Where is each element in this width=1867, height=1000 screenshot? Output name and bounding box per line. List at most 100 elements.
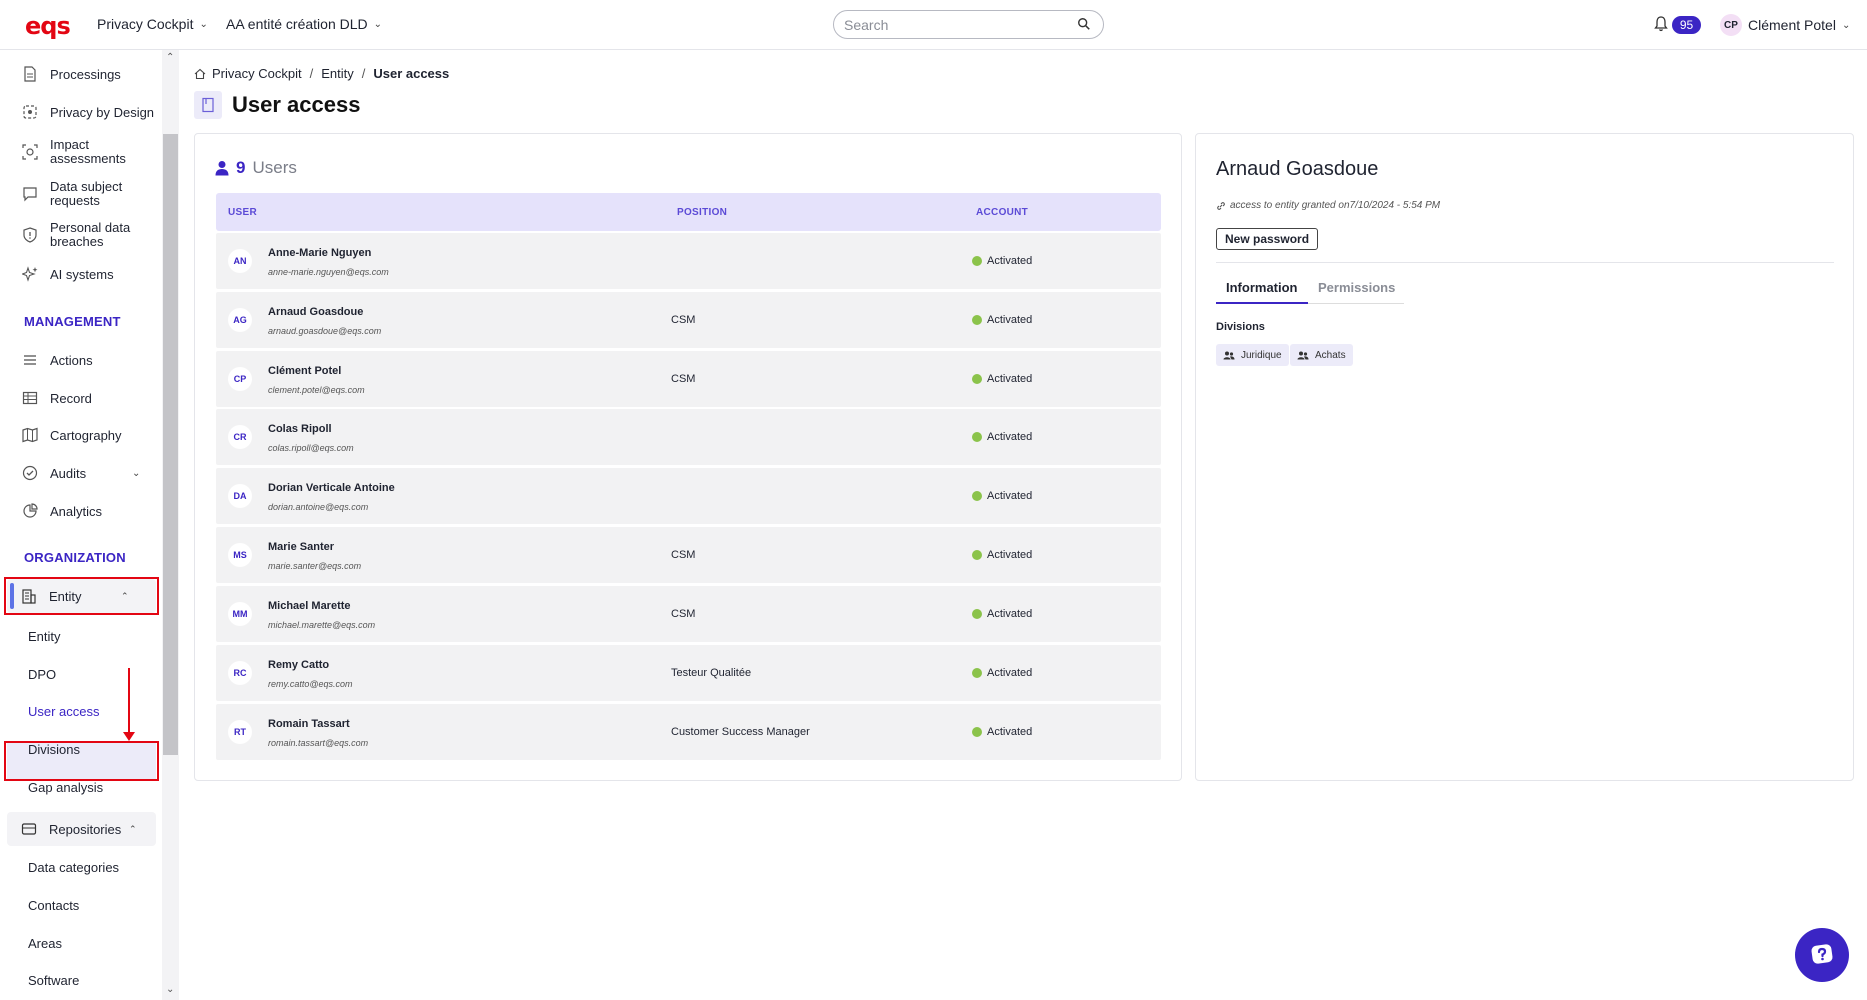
sidebar-item-audits[interactable]: Audits ⌄: [22, 465, 140, 481]
tab-permissions[interactable]: Permissions: [1308, 280, 1404, 304]
eqs-logo[interactable]: eqs: [25, 14, 71, 38]
top-bar: eqs Privacy Cockpit ⌄ AA entité création…: [0, 0, 1867, 50]
sidebar-item-label: Analytics: [50, 503, 103, 519]
sidebar-item-ai-systems[interactable]: AI systems: [22, 266, 114, 282]
sidebar-subitem-areas[interactable]: Areas: [28, 936, 62, 951]
map-icon: [22, 427, 38, 443]
table-row[interactable]: MM Michael Marette michael.marette@eqs.c…: [216, 586, 1161, 642]
user-name: Michael Marette: [268, 600, 351, 612]
user-menu[interactable]: CP Clément Potel ⌄: [1720, 14, 1850, 36]
user-position: CSM: [671, 314, 696, 326]
user-name: Arnaud Goasdoue: [268, 306, 364, 318]
sidebar-item-privacy-by-design[interactable]: Privacy by Design: [22, 104, 154, 120]
sidebar-subitem-gap-analysis[interactable]: Gap analysis: [28, 780, 103, 795]
table-row[interactable]: AN Anne-Marie Nguyen anne-marie.nguyen@e…: [216, 233, 1161, 289]
sidebar-item-analytics[interactable]: Analytics: [22, 503, 102, 519]
user-position: Customer Success Manager: [671, 726, 810, 738]
user-email: dorian.antoine@eqs.com: [268, 502, 369, 512]
sidebar-scrollbar[interactable]: ⌃ ⌄: [162, 50, 179, 1000]
scroll-up-icon[interactable]: ⌃: [166, 52, 174, 63]
sidebar-item-record[interactable]: Record: [22, 390, 92, 406]
sidebar-item-personal-data-breaches[interactable]: Personal data breaches: [22, 221, 140, 249]
table-row[interactable]: RC Remy Catto remy.catto@eqs.com Testeur…: [216, 645, 1161, 701]
divisions-title: Divisions: [1216, 321, 1265, 333]
status-text: Activated: [987, 373, 1033, 385]
table-row[interactable]: RT Romain Tassart romain.tassart@eqs.com…: [216, 704, 1161, 760]
sidebar-item-cartography[interactable]: Cartography: [22, 427, 122, 443]
sidebar-item-data-subject-requests[interactable]: Data subject requests: [22, 180, 140, 208]
avatar: CP: [228, 367, 252, 391]
help-button[interactable]: [1795, 928, 1849, 982]
user-email: colas.ripoll@eqs.com: [268, 443, 354, 453]
account-status: Activated: [972, 549, 1032, 561]
sidebar-subitem-contacts[interactable]: Contacts: [28, 898, 79, 913]
check-circle-icon: [22, 465, 38, 481]
sidebar-item-label: Personal data breaches: [50, 220, 131, 249]
sidebar-item-label: Audits: [50, 465, 87, 481]
status-text: Activated: [987, 549, 1033, 561]
tab-information[interactable]: Information: [1216, 280, 1308, 304]
breadcrumb-entity[interactable]: Entity: [321, 66, 354, 81]
annotation-arrow: [128, 668, 130, 736]
user-position: CSM: [671, 549, 696, 561]
entity-select[interactable]: AA entité création DLD ⌄: [226, 16, 382, 32]
scroll-down-icon[interactable]: ⌄: [166, 984, 174, 995]
status-text: Activated: [987, 490, 1033, 502]
avatar: AN: [228, 249, 252, 273]
account-status: Activated: [972, 490, 1032, 502]
user-detail-panel: Arnaud Goasdoue access to entity granted…: [1195, 133, 1854, 781]
status-text: Activated: [987, 431, 1033, 443]
avatar: DA: [228, 484, 252, 508]
table-row[interactable]: CP Clément Potel clement.potel@eqs.com C…: [216, 351, 1161, 407]
sidebar-group-repositories[interactable]: Repositories ⌃: [7, 812, 156, 846]
notification-badge[interactable]: 95: [1672, 16, 1701, 34]
link-icon: [1217, 201, 1225, 210]
account-status: Activated: [972, 608, 1032, 620]
sidebar-item-label: Data subject requests: [50, 179, 123, 208]
sidebar-subitem-entity[interactable]: Entity: [28, 629, 61, 644]
users-icon: [1297, 351, 1309, 359]
table-row[interactable]: CR Colas Ripoll colas.ripoll@eqs.com Act…: [216, 409, 1161, 465]
sidebar-subitem-dpo[interactable]: DPO: [28, 667, 56, 682]
search-icon[interactable]: [1077, 17, 1091, 31]
document-icon: [24, 66, 36, 82]
chevron-down-icon: ⌄: [199, 18, 208, 30]
user-icon: [215, 161, 229, 176]
sidebar-item-impact-assessments[interactable]: Impact assessments: [22, 138, 140, 166]
user-position: Testeur Qualitée: [671, 667, 752, 679]
user-email: remy.catto@eqs.com: [268, 679, 353, 689]
table-row[interactable]: AG Arnaud Goasdoue arnaud.goasdoue@eqs.c…: [216, 292, 1161, 348]
status-dot: [972, 315, 982, 325]
sidebar-item-processings[interactable]: Processings: [22, 66, 121, 82]
users-icon: [1223, 351, 1235, 359]
breadcrumb-home[interactable]: Privacy Cockpit: [212, 66, 302, 81]
sidebar-subitem-data-categories[interactable]: Data categories: [28, 860, 119, 875]
status-dot: [972, 256, 982, 266]
sidebar-subitem-user-access[interactable]: User access: [28, 704, 100, 719]
sidebar-subitem-divisions[interactable]: Divisions: [28, 742, 80, 757]
sparkle-icon: [22, 266, 38, 282]
bookmark-icon: [202, 97, 214, 113]
user-email: arnaud.goasdoue@eqs.com: [268, 326, 382, 336]
chevron-up-icon: ⌃: [129, 823, 137, 834]
search-box: [833, 10, 1104, 39]
status-dot: [972, 727, 982, 737]
sidebar-subitem-software[interactable]: Software: [28, 973, 79, 988]
sidebar-item-label: Actions: [50, 352, 93, 368]
breadcrumb-current: User access: [373, 66, 450, 81]
app-select[interactable]: Privacy Cockpit ⌄: [97, 16, 208, 32]
sidebar-item-actions[interactable]: Actions: [22, 352, 93, 368]
table-row[interactable]: DA Dorian Verticale Antoine dorian.antoi…: [216, 468, 1161, 524]
bell-icon[interactable]: [1654, 16, 1668, 32]
search-input[interactable]: [844, 16, 1064, 33]
table-row[interactable]: MS Marie Santer marie.santer@eqs.com CSM…: [216, 527, 1161, 583]
user-name: Clément Potel: [1748, 17, 1836, 33]
scrollbar-thumb[interactable]: [163, 134, 178, 755]
new-password-button[interactable]: New password: [1216, 228, 1319, 250]
column-header-account: ACCOUNT: [976, 207, 1029, 218]
user-position: CSM: [671, 608, 696, 620]
user-email: clement.potel@eqs.com: [268, 385, 365, 395]
division-label: Juridique: [1241, 349, 1282, 361]
status-dot: [972, 491, 982, 501]
column-header-user: USER: [228, 207, 257, 218]
